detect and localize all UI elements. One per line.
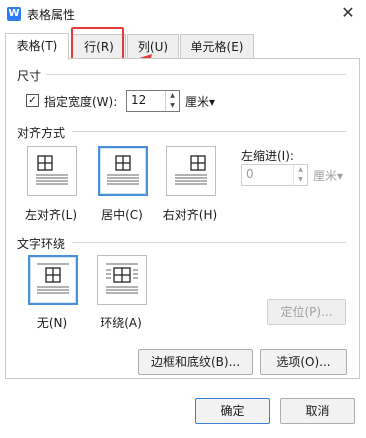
close-icon[interactable]: ✕ [339, 4, 357, 22]
wrapping-section-label: 文字环绕 [17, 237, 66, 251]
ok-button[interactable]: 确定 [195, 398, 270, 424]
left-indent-spinner[interactable]: 0 ▲ ▼ [241, 164, 308, 186]
align-center-option[interactable] [98, 146, 148, 196]
align-left-option[interactable] [27, 146, 77, 196]
width-spinner[interactable]: 12 ▲ ▼ [126, 90, 180, 112]
divider [46, 74, 346, 75]
alignment-section-label: 对齐方式 [17, 126, 66, 140]
divider [72, 131, 346, 132]
divider [72, 242, 346, 243]
cancel-button[interactable]: 取消 [280, 398, 355, 424]
align-right-option[interactable] [166, 146, 216, 196]
position-button[interactable]: 定位(P)... [267, 299, 346, 325]
spinner-arrows-icon[interactable]: ▲ ▼ [293, 165, 307, 185]
wrap-none-option[interactable] [28, 255, 78, 305]
wrap-around-option[interactable] [97, 255, 147, 305]
spinner-arrows-icon[interactable]: ▲ ▼ [165, 91, 179, 111]
align-right-icon [175, 155, 207, 185]
width-unit-select[interactable]: 厘米▾ [185, 93, 215, 110]
align-center-label: 居中(C) [101, 208, 143, 222]
borders-shading-button[interactable]: 边框和底纹(B)... [138, 349, 253, 375]
wrap-around-icon [106, 263, 138, 294]
window-title: 表格属性 [27, 8, 76, 22]
specify-width-checkbox[interactable]: ✓ [26, 94, 39, 107]
left-indent-label: 左缩进(I): [241, 149, 294, 163]
options-button[interactable]: 选项(O)... [260, 349, 347, 375]
wrap-around-label: 环绕(A) [100, 316, 142, 330]
align-left-icon [36, 155, 68, 185]
size-section-label: 尺寸 [17, 69, 42, 83]
wrap-none-label: 无(N) [36, 316, 68, 330]
left-indent-unit-select[interactable]: 厘米▾ [313, 167, 343, 184]
tab-table[interactable]: 表格(T) [5, 33, 69, 60]
align-center-icon [107, 155, 139, 185]
align-left-label: 左对齐(L) [24, 208, 78, 222]
width-value[interactable]: 12 [131, 93, 146, 107]
wrap-none-icon [37, 263, 69, 294]
highlight-rectangle [71, 27, 124, 61]
align-right-label: 右对齐(H) [162, 208, 218, 222]
left-indent-value[interactable]: 0 [246, 167, 254, 181]
specify-width-label: 指定宽度(W): [44, 95, 118, 109]
app-icon: W [7, 7, 21, 21]
